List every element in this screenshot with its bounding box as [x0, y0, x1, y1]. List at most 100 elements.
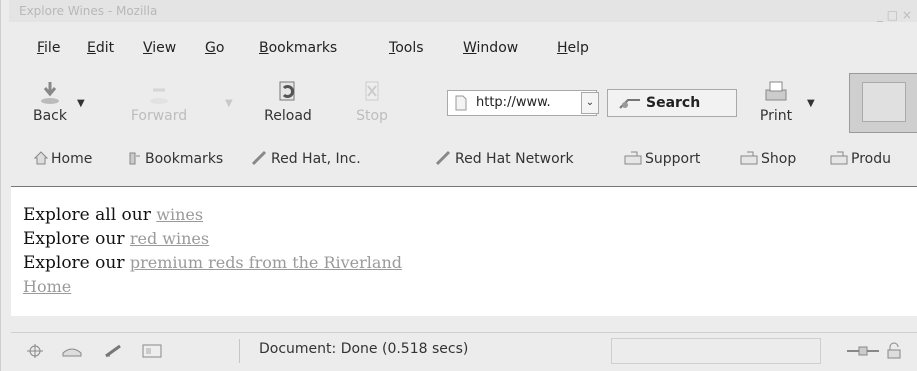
back-label: Back — [33, 108, 67, 124]
menu-file-label: ile — [44, 40, 61, 56]
address-book-icon[interactable] — [141, 343, 163, 359]
menu-file-mnemonic: F — [37, 40, 45, 56]
printer-icon — [765, 81, 787, 101]
bookmark-redhat[interactable]: Red Hat, Inc. — [251, 150, 361, 167]
menu-tools[interactable]: Tools — [389, 40, 424, 56]
menu-file[interactable]: File — [37, 40, 60, 56]
stop-label: Stop — [356, 108, 388, 124]
status-bar: Document: Done (0.518 secs) — [11, 332, 917, 368]
bookmark-home[interactable]: Home — [33, 150, 92, 167]
bookmark-products-label: Produ — [851, 151, 891, 167]
bookmark-support-label: Support — [645, 151, 701, 167]
stop-icon — [365, 81, 379, 101]
forward-arrow-icon — [150, 88, 168, 104]
forward-dropdown-icon[interactable]: ▼ — [225, 98, 233, 109]
window-title: Explore Wines - Mozilla — [19, 4, 158, 18]
forward-label: Forward — [130, 108, 188, 124]
menu-go-label: o — [215, 40, 225, 56]
menu-bookmarks-label: ookmarks — [268, 40, 338, 56]
reload-button[interactable]: Reload — [253, 80, 323, 134]
print-label: Print — [759, 108, 793, 124]
menu-window-mnemonic: W — [463, 40, 477, 56]
composer-icon[interactable] — [103, 343, 125, 359]
online-connection-icon[interactable] — [847, 344, 879, 358]
content-line: Explore all our wines — [23, 203, 917, 227]
menu-edit-label: dit — [95, 40, 115, 56]
security-lock-icon[interactable] — [885, 342, 903, 360]
search-icon — [619, 99, 640, 109]
status-text: Document: Done (0.518 secs) — [259, 341, 469, 357]
home-link[interactable]: Home — [23, 277, 71, 296]
navigation-toolbar: Back ▼ Forward ▼ Reload Stop http://www.… — [15, 73, 917, 136]
bookmark-products[interactable]: Produ — [829, 150, 891, 167]
reload-label: Reload — [264, 108, 312, 124]
bookmark-shop-label: Shop — [761, 151, 797, 167]
throbber-icon — [862, 82, 906, 122]
premium-reds-link[interactable]: premium reds from the Riverland — [130, 253, 402, 272]
url-dropdown-icon[interactable]: ⌄ — [581, 92, 599, 114]
content-line: Explore our red wines — [23, 227, 917, 251]
menu-window[interactable]: Window — [463, 40, 518, 56]
menu-tools-label: ools — [395, 40, 424, 56]
page-icon — [455, 95, 467, 111]
menu-go[interactable]: Go — [205, 40, 224, 56]
title-bar: Explore Wines - Mozilla _ □ × — [9, 0, 917, 22]
red-wines-link[interactable]: red wines — [130, 229, 209, 248]
menu-edit-mnemonic: E — [87, 40, 96, 56]
navigator-icon[interactable] — [25, 343, 45, 359]
menu-bookmarks-mnemonic: B — [259, 40, 269, 56]
home-icon — [33, 151, 49, 165]
menu-help-mnemonic: H — [557, 40, 568, 56]
status-separator — [239, 339, 240, 363]
page-content: Explore all our wines Explore our red wi… — [11, 186, 917, 316]
folder-icon — [830, 151, 848, 165]
content-text: Explore our — [23, 229, 130, 249]
mail-icon[interactable] — [61, 343, 83, 359]
url-field[interactable]: http://www. — [447, 90, 597, 116]
bookmark-redhat-network-label: Red Hat Network — [455, 151, 574, 167]
throbber-logo[interactable] — [849, 73, 917, 133]
bookmark-support[interactable]: Support — [623, 150, 700, 167]
bookmark-link-icon — [251, 150, 267, 166]
back-button[interactable]: Back — [29, 80, 71, 134]
print-dropdown-icon[interactable]: ▼ — [807, 98, 815, 109]
reload-icon — [279, 81, 295, 101]
menu-bookmarks[interactable]: Bookmarks — [259, 40, 337, 56]
bookmark-shop[interactable]: Shop — [739, 150, 796, 167]
menu-go-mnemonic: G — [205, 40, 216, 56]
back-dropdown-icon[interactable]: ▼ — [77, 98, 85, 109]
bookmark-link-icon — [435, 150, 451, 166]
menu-view[interactable]: View — [143, 40, 176, 56]
bookmarks-icon — [129, 152, 140, 165]
content-text: Explore all our — [23, 205, 157, 225]
back-arrow-icon — [41, 82, 59, 104]
content-line: Home — [23, 275, 917, 299]
menu-edit[interactable]: Edit — [87, 40, 114, 56]
bookmarks-toolbar: Home Bookmarks Red Hat, Inc. Red Hat Net… — [15, 150, 917, 172]
progress-field — [611, 338, 821, 364]
window-controls[interactable]: _ □ × — [877, 4, 912, 26]
folder-icon — [624, 151, 642, 165]
content-text: Explore our — [23, 253, 130, 273]
menu-bar: File Edit View Go Bookmarks Tools Window… — [15, 40, 895, 60]
menu-view-label: iew — [152, 40, 177, 56]
folder-icon — [740, 151, 758, 165]
url-text: http://www. — [476, 95, 551, 110]
search-button[interactable]: Search — [607, 89, 737, 117]
menu-window-label: indow — [476, 40, 519, 56]
menu-help-label: elp — [567, 40, 589, 56]
bookmark-redhat-network[interactable]: Red Hat Network — [435, 150, 574, 167]
print-button[interactable]: Print — [753, 80, 799, 134]
bookmark-redhat-label: Red Hat, Inc. — [271, 151, 361, 167]
menu-help[interactable]: Help — [557, 40, 589, 56]
search-label: Search — [646, 95, 701, 111]
wines-link[interactable]: wines — [156, 205, 203, 224]
browser-window: Explore Wines - Mozilla _ □ × File Edit … — [0, 0, 917, 371]
bookmark-bookmarks-label: Bookmarks — [145, 151, 224, 167]
forward-button[interactable]: Forward — [121, 80, 197, 134]
bookmark-home-label: Home — [51, 151, 93, 167]
menu-view-mnemonic: V — [143, 40, 153, 56]
stop-button[interactable]: Stop — [345, 80, 399, 134]
content-line: Explore our premium reds from the Riverl… — [23, 251, 917, 275]
bookmark-bookmarks[interactable]: Bookmarks — [127, 150, 223, 167]
